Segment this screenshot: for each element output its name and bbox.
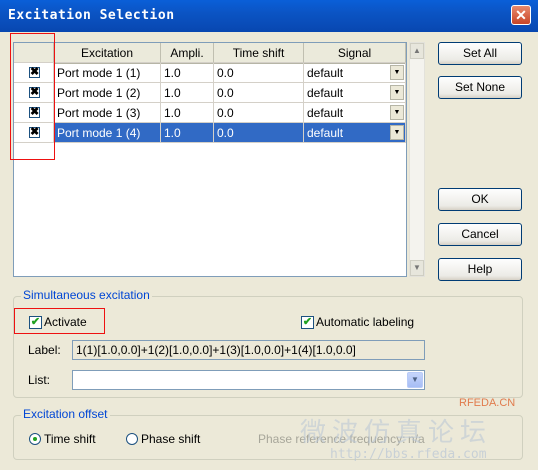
label-field: 1(1)[1.0,0.0]+1(2)[1.0,0.0]+1(3)[1.0,0.0… xyxy=(72,340,425,360)
scroll-up-icon[interactable]: ▲ xyxy=(410,43,424,59)
help-button[interactable]: Help xyxy=(438,258,522,281)
ampli-cell[interactable]: 1.0 xyxy=(161,123,214,143)
cancel-button[interactable]: Cancel xyxy=(438,223,522,246)
header-time-shift[interactable]: Time shift xyxy=(214,43,304,63)
table-scrollbar[interactable]: ▲ ▼ xyxy=(409,42,425,277)
header-ampli[interactable]: Ampli. xyxy=(161,43,214,63)
time-shift-cell[interactable]: 0.0 xyxy=(214,103,304,123)
phase-shift-radio[interactable] xyxy=(126,433,138,445)
table-row[interactable]: ✖ Port mode 1 (2) 1.0 0.0 default ▼ xyxy=(14,83,406,103)
ampli-cell[interactable]: 1.0 xyxy=(161,103,214,123)
time-shift-label[interactable]: Time shift xyxy=(44,432,96,446)
time-shift-radio[interactable] xyxy=(29,433,41,445)
set-all-button[interactable]: Set All xyxy=(438,42,522,65)
excitation-cell[interactable]: Port mode 1 (4) xyxy=(54,123,161,143)
list-caption: List: xyxy=(28,373,51,387)
excitation-cell[interactable]: Port mode 1 (2) xyxy=(54,83,161,103)
signal-cell[interactable]: default ▼ xyxy=(304,123,406,143)
ampli-cell[interactable]: 1.0 xyxy=(161,83,214,103)
signal-value: default xyxy=(307,126,344,140)
chevron-down-icon[interactable]: ▼ xyxy=(390,85,404,100)
time-shift-cell[interactable]: 0.0 xyxy=(214,123,304,143)
automatic-labeling-checkbox[interactable]: ✔ xyxy=(301,316,314,329)
header-excitation[interactable]: Excitation xyxy=(54,43,161,63)
watermark-chinese: 微波仿真论坛 xyxy=(300,418,493,448)
time-shift-cell[interactable]: 0.0 xyxy=(214,83,304,103)
header-signal[interactable]: Signal xyxy=(304,43,406,63)
signal-cell[interactable]: default ▼ xyxy=(304,63,406,83)
excitation-cell[interactable]: Port mode 1 (3) xyxy=(54,103,161,123)
chevron-down-icon[interactable]: ▼ xyxy=(390,105,404,120)
label-caption: Label: xyxy=(28,343,61,357)
list-combobox[interactable]: ▼ xyxy=(72,370,425,390)
highlight-annotation xyxy=(10,33,55,160)
signal-value: default xyxy=(307,86,344,100)
signal-value: default xyxy=(307,66,344,80)
set-none-button[interactable]: Set None xyxy=(438,76,522,99)
excitation-offset-legend: Excitation offset xyxy=(21,407,110,421)
ok-button[interactable]: OK xyxy=(438,188,522,211)
close-button[interactable]: ✕ xyxy=(511,5,531,25)
highlight-annotation xyxy=(14,308,105,334)
table-row-selected[interactable]: ✖ Port mode 1 (4) 1.0 0.0 default ▼ xyxy=(14,123,406,143)
watermark-brand: RFEDA.CN xyxy=(459,397,516,409)
chevron-down-icon[interactable]: ▼ xyxy=(407,372,423,388)
ampli-cell[interactable]: 1.0 xyxy=(161,63,214,83)
signal-value: default xyxy=(307,106,344,120)
table-header: Excitation Ampli. Time shift Signal xyxy=(14,43,406,64)
phase-shift-label[interactable]: Phase shift xyxy=(141,432,200,446)
automatic-labeling-label[interactable]: Automatic labeling xyxy=(316,315,414,329)
signal-cell[interactable]: default ▼ xyxy=(304,83,406,103)
signal-cell[interactable]: default ▼ xyxy=(304,103,406,123)
simultaneous-excitation-legend: Simultaneous excitation xyxy=(21,288,152,302)
time-shift-cell[interactable]: 0.0 xyxy=(214,63,304,83)
chevron-down-icon[interactable]: ▼ xyxy=(390,65,404,80)
excitation-table: Excitation Ampli. Time shift Signal ✖ Po… xyxy=(13,42,407,277)
chevron-down-icon[interactable]: ▼ xyxy=(390,125,404,140)
watermark-url: http://bbs.rfeda.com xyxy=(330,447,487,462)
excitation-cell[interactable]: Port mode 1 (1) xyxy=(54,63,161,83)
close-icon: ✕ xyxy=(515,7,527,23)
scroll-down-icon[interactable]: ▼ xyxy=(410,260,424,276)
table-row[interactable]: ✖ Port mode 1 (3) 1.0 0.0 default ▼ xyxy=(14,103,406,123)
titlebar: Excitation Selection ✕ xyxy=(0,0,538,32)
table-row[interactable]: ✖ Port mode 1 (1) 1.0 0.0 default ▼ xyxy=(14,63,406,83)
window-title: Excitation Selection xyxy=(8,8,175,23)
